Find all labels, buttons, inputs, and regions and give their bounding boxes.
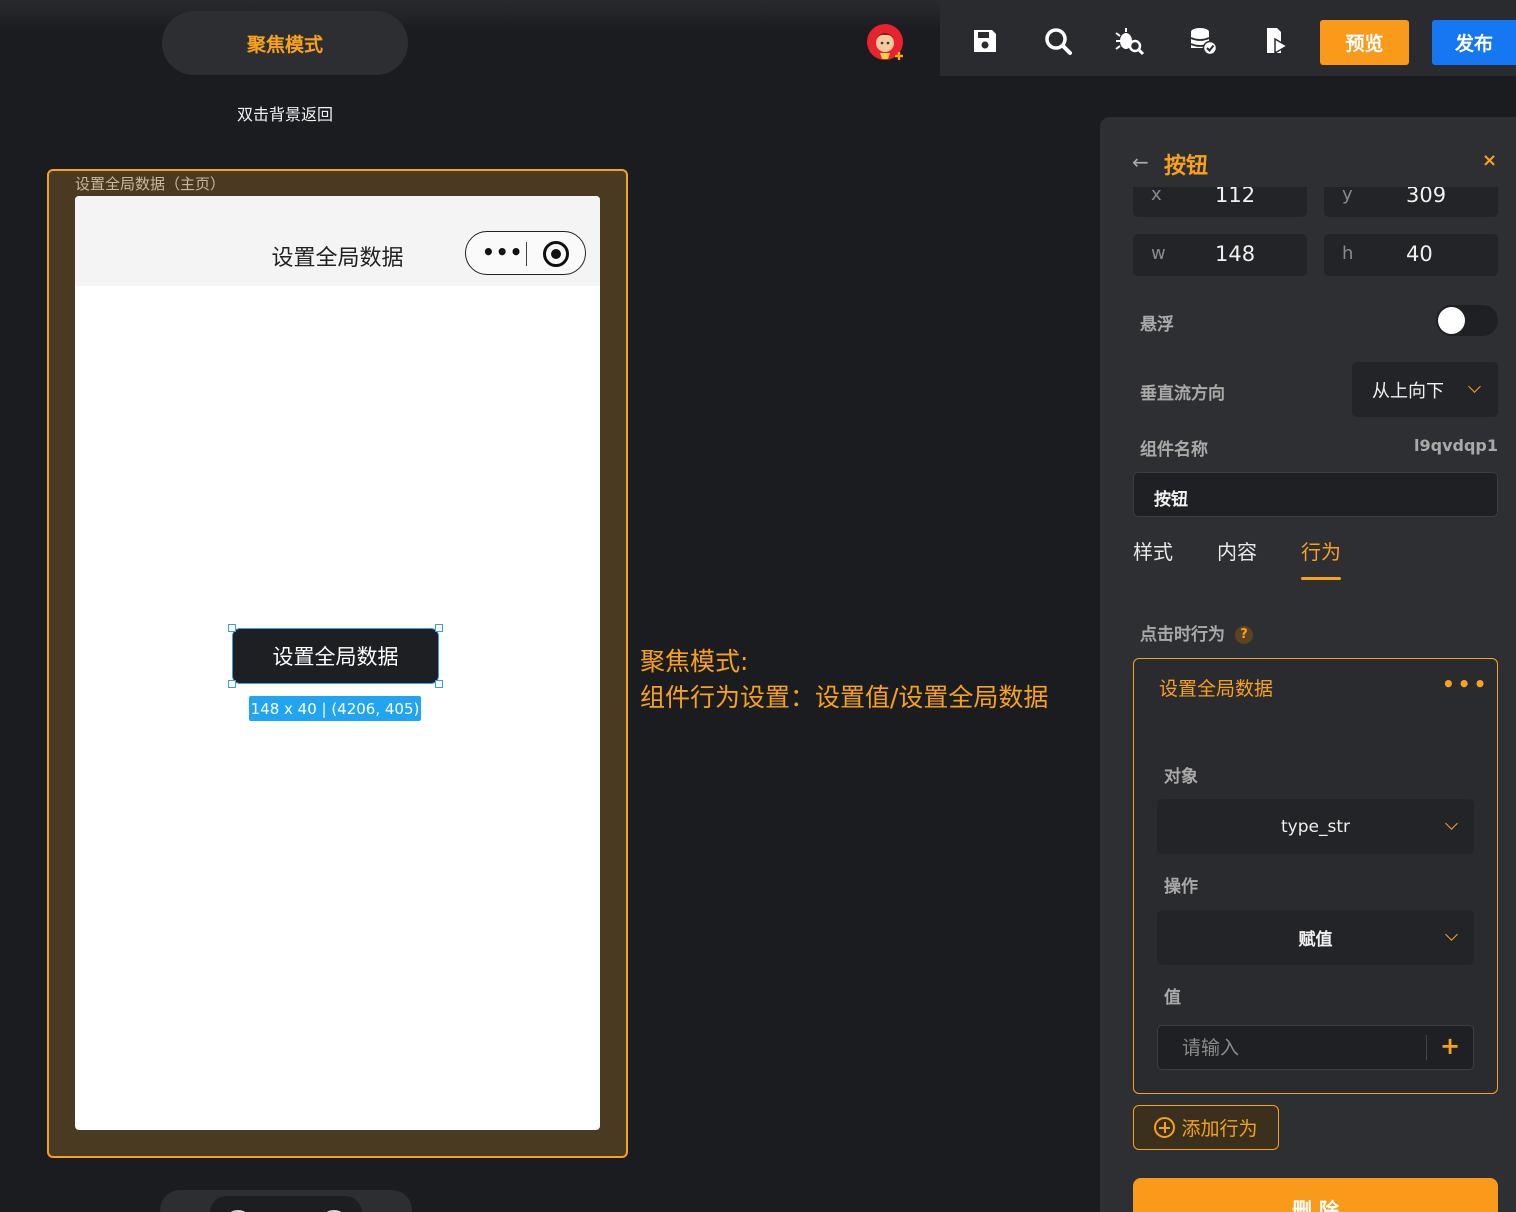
flow-direction-select[interactable]: 从上向下 xyxy=(1352,362,1498,417)
top-toolbar xyxy=(940,0,1516,76)
focus-mode-button[interactable]: 聚焦模式 xyxy=(162,11,408,75)
w-label: w xyxy=(1151,243,1166,264)
h-label: h xyxy=(1342,243,1354,264)
component-name-input[interactable]: 按钮 xyxy=(1133,472,1498,517)
back-arrow-icon[interactable]: ← xyxy=(1132,150,1149,174)
focus-mode-label: 聚焦模式 xyxy=(246,33,323,56)
capsule-divider xyxy=(526,242,527,266)
selected-button-component[interactable]: 设置全局数据 xyxy=(232,628,439,684)
toggle-knob xyxy=(1438,307,1465,334)
float-label: 悬浮 xyxy=(1140,315,1174,335)
zoom-controls xyxy=(160,1190,412,1212)
plus-icon[interactable]: + xyxy=(1440,1032,1460,1060)
close-icon[interactable]: × xyxy=(1482,150,1497,171)
more-icon[interactable]: ••• xyxy=(1442,672,1489,696)
value-divider xyxy=(1426,1035,1427,1060)
size-position-tag: 148 x 40 | (4206, 405) xyxy=(249,696,421,721)
page-label: 设置全局数据（主页） xyxy=(75,175,226,193)
zoom-controls-inner xyxy=(210,1196,362,1212)
active-tab-indicator xyxy=(1301,577,1341,580)
annotation-line-2: 组件行为设置：设置值/设置全局数据 xyxy=(640,683,1049,712)
operation-select[interactable]: 赋值 xyxy=(1157,910,1474,965)
annotation-line-1: 聚焦模式: xyxy=(640,647,749,676)
resize-handle-br[interactable] xyxy=(435,680,443,688)
chevron-down-icon xyxy=(1468,379,1481,393)
resize-handle-tr[interactable] xyxy=(435,624,443,632)
value-input[interactable] xyxy=(1158,1026,1426,1069)
more-icon[interactable]: ••• xyxy=(482,240,523,264)
annotation-text: 聚焦模式: 组件行为设置：设置值/设置全局数据 xyxy=(640,644,1048,716)
w-field[interactable]: w 148 xyxy=(1133,234,1307,276)
flow-direction-label: 垂直流方向 xyxy=(1140,384,1225,404)
publish-button[interactable]: 发布 xyxy=(1432,20,1516,65)
operation-label: 操作 xyxy=(1164,877,1198,897)
h-value[interactable]: 40 xyxy=(1406,242,1433,266)
bug-search-icon[interactable] xyxy=(1113,24,1147,58)
publish-label: 发布 xyxy=(1454,33,1493,55)
help-icon[interactable]: ? xyxy=(1235,626,1253,644)
export-play-icon[interactable] xyxy=(1259,24,1293,58)
add-action-button[interactable]: 添加行为 xyxy=(1133,1105,1279,1150)
panel-header: ← 按钮 × xyxy=(1100,117,1516,187)
h-field[interactable]: h 40 xyxy=(1324,234,1498,276)
y-label: y xyxy=(1342,184,1353,205)
delete-label: 删 除 xyxy=(1292,1198,1339,1212)
chevron-down-icon xyxy=(1445,927,1458,941)
value-field[interactable]: + xyxy=(1157,1025,1474,1070)
object-select[interactable]: type_str xyxy=(1157,799,1474,854)
user-avatar-icon[interactable] xyxy=(866,23,906,63)
component-name-value: 按钮 xyxy=(1154,490,1188,510)
action-title: 设置全局数据 xyxy=(1159,678,1274,700)
search-icon[interactable] xyxy=(1041,24,1075,58)
click-behavior-label: 点击时行为? xyxy=(1140,620,1253,645)
tab-content[interactable]: 内容 xyxy=(1217,536,1257,565)
add-action-label: 添加行为 xyxy=(1181,1118,1258,1140)
preview-label: 预览 xyxy=(1345,33,1384,55)
plus-circle-icon xyxy=(1154,1117,1176,1138)
chevron-down-icon xyxy=(1445,816,1458,830)
object-label: 对象 xyxy=(1164,767,1198,787)
preview-button[interactable]: 预览 xyxy=(1320,20,1409,65)
component-label: 设置全局数据 xyxy=(272,645,399,669)
value-label: 值 xyxy=(1164,988,1181,1008)
delete-button[interactable]: 删 除 xyxy=(1133,1178,1498,1212)
target-icon[interactable] xyxy=(543,241,569,267)
save-icon[interactable] xyxy=(968,24,1002,58)
tab-behavior[interactable]: 行为 xyxy=(1301,536,1341,565)
object-value: type_str xyxy=(1281,816,1350,837)
resize-handle-bl[interactable] xyxy=(228,680,236,688)
component-name-label: 组件名称 xyxy=(1140,440,1208,460)
mini-program-capsule[interactable]: ••• xyxy=(465,231,586,275)
component-id: l9qvdqp1 xyxy=(1414,436,1498,455)
flow-direction-value: 从上向下 xyxy=(1372,380,1444,402)
x-label: x xyxy=(1151,184,1162,205)
double-click-hint: 双击背景返回 xyxy=(236,105,333,124)
float-toggle[interactable] xyxy=(1436,305,1498,336)
operation-value: 赋值 xyxy=(1298,930,1333,950)
database-check-icon[interactable] xyxy=(1186,24,1220,58)
click-behavior-text: 点击时行为 xyxy=(1140,625,1225,645)
w-value[interactable]: 148 xyxy=(1215,242,1255,266)
resize-handle-tl[interactable] xyxy=(228,624,236,632)
tab-style[interactable]: 样式 xyxy=(1133,536,1173,565)
panel-title: 按钮 xyxy=(1164,154,1209,179)
